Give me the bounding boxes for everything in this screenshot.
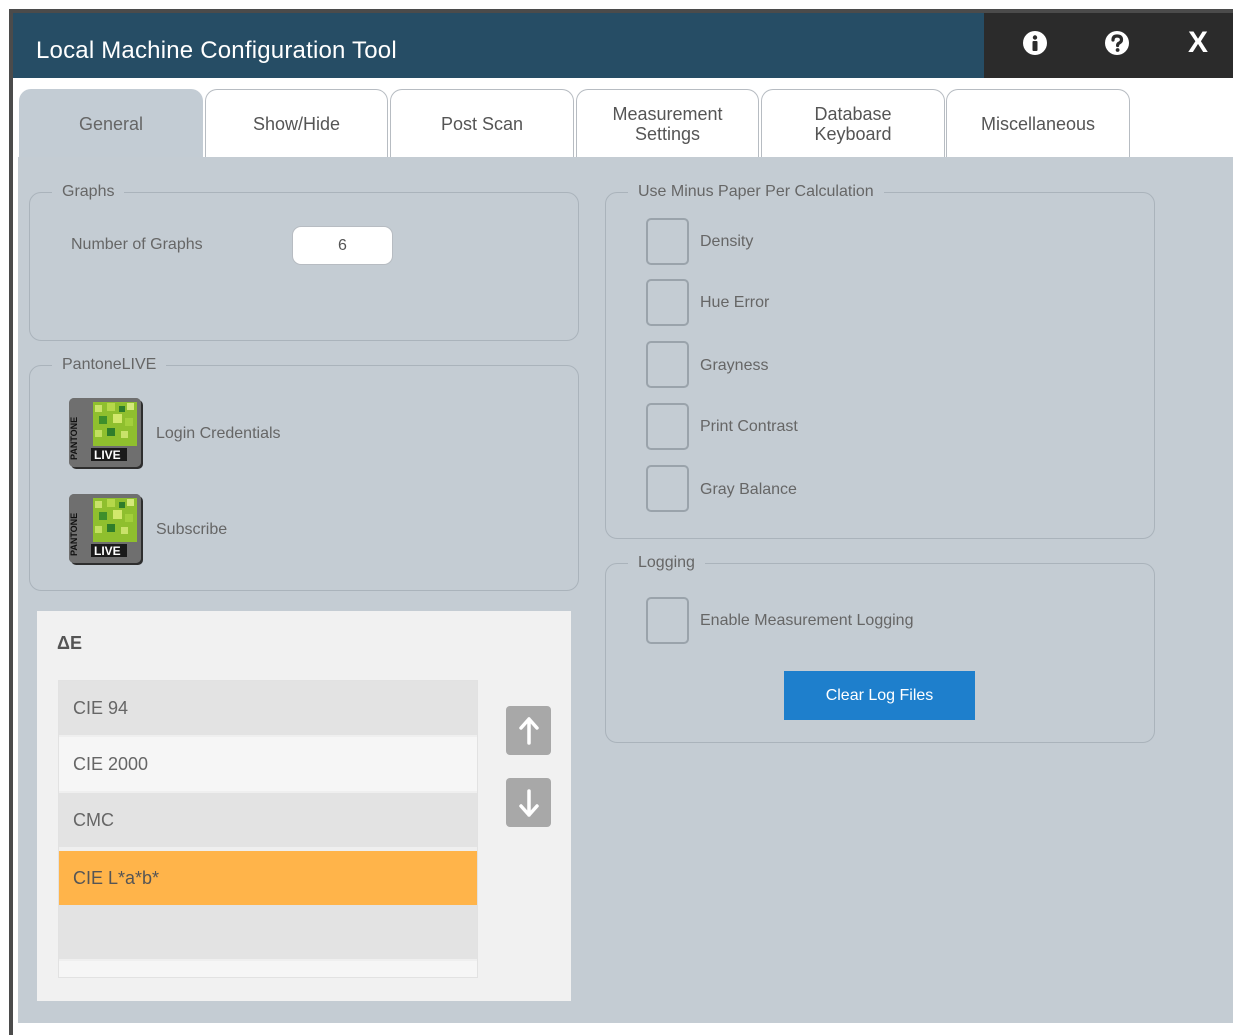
info-button[interactable] <box>1020 28 1050 58</box>
help-button[interactable] <box>1102 28 1132 58</box>
minus-paper-legend: Use Minus Paper Per Calculation <box>628 183 884 201</box>
number-of-graphs-input[interactable]: 6 <box>292 226 393 265</box>
enable-logging-checkbox[interactable] <box>646 597 689 644</box>
print-contrast-label: Print Contrast <box>700 418 798 435</box>
list-item-selected[interactable]: CIE L*a*b* <box>59 851 477 905</box>
list-item[interactable]: CIE 2000 <box>59 737 477 791</box>
title-bar: Local Machine Configuration Tool <box>13 13 984 78</box>
pantone-brand-text: PANTONE <box>69 417 79 460</box>
grayness-checkbox[interactable] <box>646 341 689 388</box>
list-item[interactable]: CMC <box>59 793 477 847</box>
arrow-up-icon <box>518 716 539 745</box>
delta-e-title: ΔE <box>57 633 82 653</box>
move-down-button[interactable] <box>506 778 551 827</box>
help-icon <box>1105 31 1129 55</box>
density-checkbox[interactable] <box>646 218 689 265</box>
tab-label: Database Keyboard <box>814 103 892 144</box>
subscribe-button[interactable]: PANTONE LIVE <box>69 494 141 563</box>
tab-label: Show/Hide <box>252 113 341 134</box>
login-credentials-button[interactable]: PANTONE LIVE <box>69 398 141 467</box>
tab-general[interactable]: General <box>19 89 203 157</box>
pantone-live-icon: PANTONE LIVE <box>69 398 141 467</box>
delta-e-panel: ΔE CIE 94 CIE 2000 CMC CIE L*a*b* <box>37 611 571 1001</box>
window-frame-left <box>9 12 13 1035</box>
tab-measurement-settings[interactable]: Measurement Settings <box>576 89 759 157</box>
list-item[interactable]: CIE 94 <box>59 681 477 735</box>
graphs-legend: Graphs <box>52 183 125 201</box>
tab-label: Post Scan <box>440 113 524 134</box>
pantone-live-icon: PANTONE LIVE <box>69 494 141 563</box>
logging-legend: Logging <box>628 554 705 572</box>
pantone-live-text: LIVE <box>94 544 121 558</box>
gray-balance-label: Gray Balance <box>700 481 797 498</box>
tab-show-hide[interactable]: Show/Hide <box>205 89 388 157</box>
login-credentials-label: Login Credentials <box>156 425 281 442</box>
density-label: Density <box>700 233 754 250</box>
move-up-button[interactable] <box>506 706 551 755</box>
close-icon: X <box>1187 26 1208 59</box>
gray-balance-checkbox[interactable] <box>646 465 689 512</box>
window-title: Local Machine Configuration Tool <box>36 37 397 64</box>
window-bottom-edge <box>13 1023 1233 1035</box>
tab-label: Measurement Settings <box>612 103 723 144</box>
tab-database-keyboard[interactable]: Database Keyboard <box>761 89 945 157</box>
pantone-live-text: LIVE <box>94 448 121 462</box>
subscribe-label: Subscribe <box>156 521 228 538</box>
clear-log-files-button[interactable]: Clear Log Files <box>784 671 975 720</box>
tab-label: Miscellaneous <box>980 113 1096 134</box>
tab-post-scan[interactable]: Post Scan <box>390 89 574 157</box>
tab-miscellaneous[interactable]: Miscellaneous <box>946 89 1130 157</box>
pantonelive-legend: PantoneLIVE <box>52 356 167 374</box>
delta-e-list[interactable]: CIE 94 CIE 2000 CMC CIE L*a*b* <box>58 680 478 978</box>
title-bar-controls: X <box>984 13 1233 78</box>
close-button[interactable]: X <box>1183 26 1213 59</box>
hue-error-label: Hue Error <box>700 294 770 311</box>
arrow-down-icon <box>518 788 539 817</box>
enable-logging-label: Enable Measurement Logging <box>700 612 914 629</box>
number-of-graphs-label: Number of Graphs <box>71 236 203 253</box>
pantone-brand-text: PANTONE <box>69 513 79 556</box>
list-item-empty[interactable] <box>59 905 477 959</box>
print-contrast-checkbox[interactable] <box>646 403 689 450</box>
grayness-label: Grayness <box>700 357 769 374</box>
graphs-group: Graphs <box>29 183 579 341</box>
hue-error-checkbox[interactable] <box>646 279 689 326</box>
info-icon <box>1023 31 1047 55</box>
tab-label: General <box>78 113 144 134</box>
clear-log-files-label: Clear Log Files <box>825 686 934 704</box>
list-item-empty[interactable] <box>59 961 477 977</box>
